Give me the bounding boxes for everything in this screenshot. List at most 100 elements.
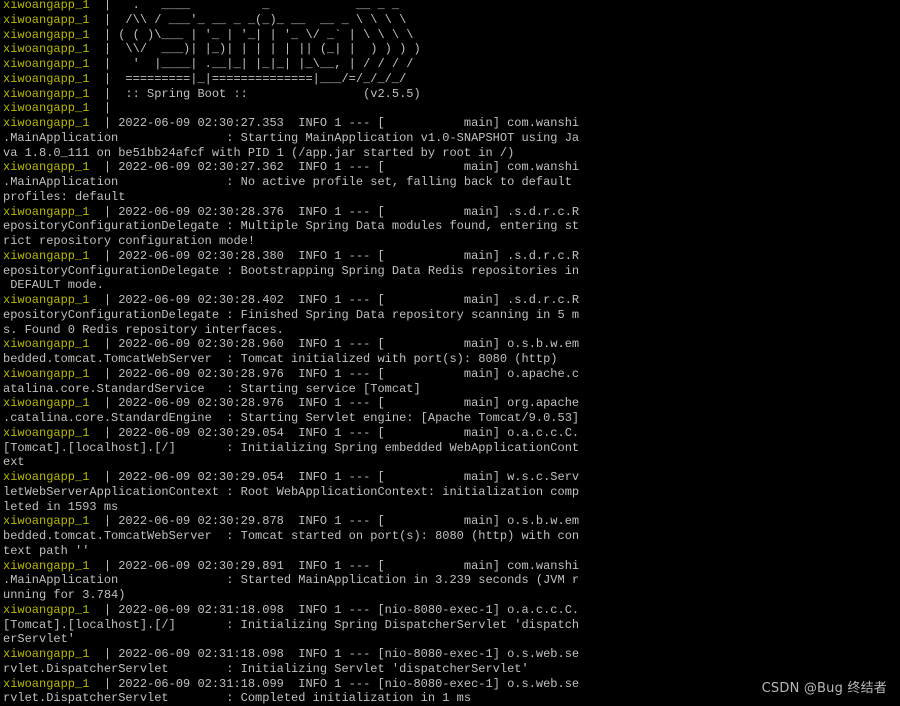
log-text: epositoryConfigurationDelegate : Multipl… — [3, 219, 580, 234]
container-prefix: xiwoangapp_1 — [3, 71, 90, 86]
log-line: xiwoangapp_1 | 2022-06-09 02:30:28.376 I… — [3, 205, 603, 220]
log-line: [Tomcat].[localhost].[/] : Initializing … — [3, 441, 603, 456]
container-prefix: xiwoangapp_1 — [3, 160, 90, 175]
log-line: .MainApplication : Starting MainApplicat… — [3, 131, 603, 146]
container-prefix: xiwoangapp_1 — [3, 0, 90, 12]
log-text: bedded.tomcat.TomcatWebServer : Tomcat i… — [3, 352, 558, 366]
log-text: | 2022-06-09 02:30:27.353 INFO 1 --- [ m… — [89, 116, 580, 130]
log-text: [Tomcat].[localhost].[/] : Initializing … — [3, 440, 580, 455]
log-text: ext — [3, 455, 25, 470]
log-line: epositoryConfigurationDelegate : Multipl… — [3, 219, 603, 234]
log-text: letWebServerApplicationContext : Root We… — [3, 484, 580, 499]
log-line: xiwoangapp_1 | 2022-06-09 02:30:28.976 I… — [3, 396, 603, 411]
log-text: | 2022-06-09 02:30:28.976 INFO 1 --- [ m… — [89, 366, 580, 381]
log-line: xiwoangapp_1 | 2022-06-09 02:30:28.976 I… — [3, 367, 603, 382]
log-line: xiwoangapp_1 | 2022-06-09 02:30:28.960 I… — [3, 337, 603, 352]
log-text: | 2022-06-09 02:30:29.878 INFO 1 --- [ m… — [89, 514, 580, 529]
log-line: rict repository configuration mode! — [3, 234, 603, 249]
log-text: rict repository configuration mode! — [3, 234, 256, 248]
log-line: xiwoangapp_1 | 2022-06-09 02:30:28.402 I… — [3, 293, 603, 308]
container-prefix: xiwoangapp_1 — [3, 425, 90, 440]
csdn-watermark: CSDN @Bug 终结者 — [761, 681, 887, 696]
log-text: | 2022-06-09 02:30:29.054 INFO 1 --- [ m… — [89, 470, 580, 484]
log-text: | 2022-06-09 02:30:27.362 INFO 1 --- [ m… — [89, 160, 580, 175]
log-text: | :: Spring Boot :: (v2.5.5) — [89, 86, 421, 101]
log-text: text path '' — [3, 543, 90, 558]
log-line: xiwoangapp_1 | — [3, 101, 603, 116]
log-line: bedded.tomcat.TomcatWebServer : Tomcat s… — [3, 529, 603, 544]
log-line: xiwoangapp_1 | /\\ / ___'_ __ _ _(_)_ __… — [3, 13, 603, 28]
log-line: unning for 3.784) — [3, 588, 603, 603]
log-text: | /\\ / ___'_ __ _ _(_)_ __ __ _ \ \ \ \ — [89, 12, 407, 27]
container-prefix: xiwoangapp_1 — [3, 676, 90, 691]
container-prefix: xiwoangapp_1 — [3, 602, 90, 617]
log-line: xiwoangapp_1 | 2022-06-09 02:30:29.891 I… — [3, 559, 603, 574]
log-line: xiwoangapp_1 | 2022-06-09 02:30:28.380 I… — [3, 249, 603, 264]
log-text: .MainApplication : No active profile set… — [3, 175, 572, 189]
log-line: erServlet' — [3, 632, 603, 647]
terminal-output: xiwoangapp_1 | . ____ _ __ _ _ xiwoangapp… — [3, 0, 603, 706]
log-text: rvlet.DispatcherServlet : Initializing S… — [3, 661, 529, 676]
log-text: profiles: default — [3, 189, 126, 204]
log-line: atalina.core.StandardService : Starting … — [3, 382, 603, 397]
log-line: epositoryConfigurationDelegate : Bootstr… — [3, 264, 603, 279]
container-prefix: xiwoangapp_1 — [3, 366, 90, 381]
log-line: xiwoangapp_1 | :: Spring Boot :: (v2.5.5… — [3, 87, 603, 102]
container-prefix: xiwoangapp_1 — [3, 337, 90, 352]
log-line: xiwoangapp_1 | ( ( )\___ | '_ | '_| | '_… — [3, 28, 603, 43]
log-line: .MainApplication : No active profile set… — [3, 175, 603, 190]
container-prefix: xiwoangapp_1 — [3, 647, 90, 661]
log-line: xiwoangapp_1 | 2022-06-09 02:30:27.353 I… — [3, 116, 603, 131]
container-prefix: xiwoangapp_1 — [3, 27, 90, 42]
container-prefix: xiwoangapp_1 — [3, 101, 90, 116]
container-prefix: xiwoangapp_1 — [3, 470, 90, 484]
log-text: [Tomcat].[localhost].[/] : Initializing … — [3, 617, 580, 632]
log-text: | . ____ _ __ _ _ — [89, 0, 400, 12]
container-prefix: xiwoangapp_1 — [3, 204, 90, 219]
log-line: xiwoangapp_1 | ' |____| .__|_| |_|_| |_\… — [3, 57, 603, 72]
log-line: va 1.8.0_111 on be51bb24afcf with PID 1 … — [3, 146, 603, 161]
log-text: unning for 3.784) — [3, 588, 126, 602]
log-text: DEFAULT mode. — [3, 278, 104, 293]
log-text: leted in 1593 ms — [3, 499, 119, 514]
log-text: | 2022-06-09 02:30:28.960 INFO 1 --- [ m… — [89, 337, 580, 352]
log-line: letWebServerApplicationContext : Root We… — [3, 485, 603, 500]
log-text: | 2022-06-09 02:30:28.376 INFO 1 --- [ m… — [89, 204, 580, 219]
log-line: xiwoangapp_1 | \\/ ___)| |_)| | | | | ||… — [3, 42, 603, 57]
log-text: .MainApplication : Starting MainApplicat… — [3, 130, 580, 145]
log-line: bedded.tomcat.TomcatWebServer : Tomcat i… — [3, 352, 603, 367]
log-line: epositoryConfigurationDelegate : Finishe… — [3, 308, 603, 323]
log-text: | =========|_|==============|___/=/_/_/_… — [89, 71, 407, 86]
log-line: xiwoangapp_1 | 2022-06-09 02:31:18.098 I… — [3, 647, 603, 662]
container-prefix: xiwoangapp_1 — [3, 248, 90, 263]
log-text: | 2022-06-09 02:31:18.098 INFO 1 --- [ni… — [89, 602, 580, 617]
log-text: | ' |____| .__|_| |_|_| |_\__, | / / / / — [89, 57, 414, 71]
log-line: ext — [3, 455, 603, 470]
log-line: xiwoangapp_1 | 2022-06-09 02:30:27.362 I… — [3, 160, 603, 175]
log-line: xiwoangapp_1 | 2022-06-09 02:30:29.878 I… — [3, 514, 603, 529]
log-line: xiwoangapp_1 | . ____ _ __ _ _ — [3, 0, 603, 13]
container-prefix: xiwoangapp_1 — [3, 86, 90, 101]
container-prefix: xiwoangapp_1 — [3, 558, 90, 573]
log-text: rvlet.DispatcherServlet : Completed init… — [3, 691, 472, 706]
log-line: profiles: default — [3, 190, 603, 205]
log-text: | \\/ ___)| |_)| | | | | || (_| | ) ) ) … — [89, 42, 421, 57]
log-text: s. Found 0 Redis repository interfaces. — [3, 322, 284, 337]
log-line: .catalina.core.StandardEngine : Starting… — [3, 411, 603, 426]
container-prefix: xiwoangapp_1 — [3, 514, 90, 529]
log-text: .catalina.core.StandardEngine : Starting… — [3, 411, 580, 425]
log-line: xiwoangapp_1 | 2022-06-09 02:30:29.054 I… — [3, 426, 603, 441]
log-line: xiwoangapp_1 | 2022-06-09 02:30:29.054 I… — [3, 470, 603, 485]
log-text: | 2022-06-09 02:31:18.098 INFO 1 --- [ni… — [89, 647, 580, 661]
log-line: xiwoangapp_1 | 2022-06-09 02:31:18.099 I… — [3, 677, 603, 692]
log-line: xiwoangapp_1 | 2022-06-09 02:31:18.098 I… — [3, 603, 603, 618]
log-line: .MainApplication : Started MainApplicati… — [3, 573, 603, 588]
container-prefix: xiwoangapp_1 — [3, 293, 90, 307]
log-text: | 2022-06-09 02:30:29.054 INFO 1 --- [ m… — [89, 425, 580, 440]
log-text: bedded.tomcat.TomcatWebServer : Tomcat s… — [3, 529, 580, 543]
container-prefix: xiwoangapp_1 — [3, 116, 90, 130]
log-text: epositoryConfigurationDelegate : Bootstr… — [3, 263, 580, 278]
log-text: | 2022-06-09 02:30:28.380 INFO 1 --- [ m… — [89, 248, 580, 263]
log-text: | 2022-06-09 02:31:18.099 INFO 1 --- [ni… — [89, 676, 580, 691]
log-text: | 2022-06-09 02:30:28.402 INFO 1 --- [ m… — [89, 293, 580, 307]
